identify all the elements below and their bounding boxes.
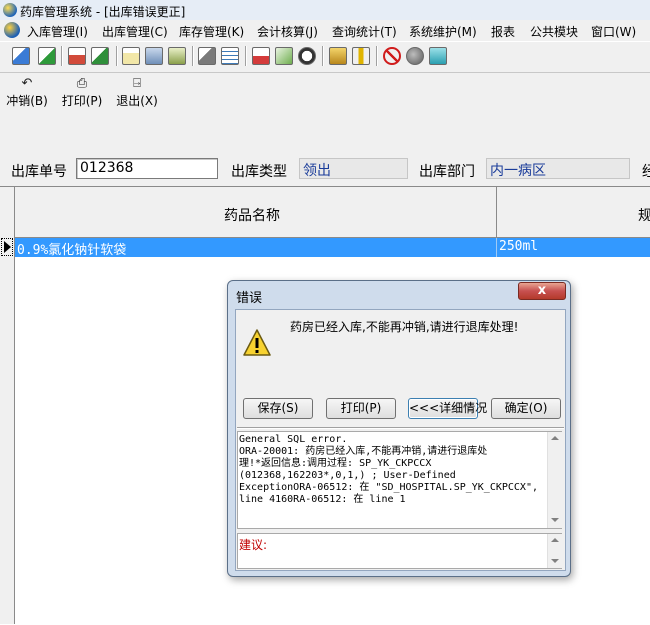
window-title: 药库管理系统 - [出库错误更正] (20, 5, 186, 19)
menu-query-stats[interactable]: 查询统计(T) (332, 23, 397, 40)
scroll-down-icon[interactable] (551, 518, 559, 522)
scissors-icon[interactable] (275, 47, 293, 65)
toolbar-separator (245, 46, 247, 66)
menu-inventory[interactable]: 库存管理(K) (179, 23, 244, 40)
door-exit-icon: ⍈ (133, 76, 141, 91)
new-doc-icon[interactable] (12, 47, 30, 65)
scroll-up-icon[interactable] (551, 538, 559, 542)
undo-arrow-icon: ↶ (21, 76, 33, 91)
divider (237, 427, 564, 429)
menu-inbound[interactable]: 入库管理(I) (27, 23, 88, 40)
suggestion-textarea[interactable] (237, 533, 562, 569)
menu-reports[interactable]: 报表 (491, 23, 515, 40)
error-message: 药房已经入库,不能再冲销,请进行退库处理! (290, 320, 519, 334)
outbound-dept-field[interactable]: 内一病区 (486, 158, 630, 179)
window-icon[interactable] (145, 47, 163, 65)
cell-spec[interactable]: 250ml (499, 239, 538, 254)
details-scrollbar[interactable] (547, 432, 562, 528)
suggestion-scrollbar[interactable] (547, 534, 562, 568)
print-button[interactable]: ⎙ 打印(P) (57, 75, 107, 115)
clipboard-icon[interactable] (122, 47, 140, 65)
order-number-label: 出库单号 (11, 164, 67, 180)
outbound-dept-label: 出库部门 (419, 164, 475, 180)
app-icon (3, 3, 17, 17)
toolbar-separator (192, 46, 194, 66)
dialog-print-button[interactable]: 打印(P) (326, 398, 396, 419)
scroll-up-icon[interactable] (551, 436, 559, 440)
edit-check-icon[interactable] (38, 47, 56, 65)
save-button[interactable]: 保存(S) (243, 398, 313, 419)
menu-accounting[interactable]: 会计核算(J) (257, 23, 318, 40)
toolbar-separator (116, 46, 118, 66)
toolbar-separator (376, 46, 378, 66)
revoke-label: 冲销(B) (6, 94, 48, 108)
close-icon: x (537, 283, 547, 298)
warning-icon (243, 329, 271, 356)
outbound-type-field[interactable]: 领出 (299, 158, 408, 179)
details-toggle-button[interactable]: <<<详细情况 (408, 398, 487, 419)
exit-button[interactable]: ⍈ 退出(X) (112, 75, 162, 115)
scroll-down-icon[interactable] (551, 559, 559, 563)
outbound-type-label: 出库类型 (231, 164, 287, 180)
report-icon[interactable] (68, 47, 86, 65)
exit-icon[interactable] (429, 47, 447, 65)
column-header-spec[interactable]: 规 (638, 205, 650, 225)
print-label: 打印(P) (61, 94, 103, 108)
thermometer-icon[interactable] (352, 47, 370, 65)
menu-outbound[interactable]: 出库管理(C) (102, 23, 168, 40)
menu-system-maintenance[interactable]: 系统维护(M) (409, 23, 477, 40)
cell-divider (496, 238, 497, 257)
column-header-drug-name[interactable]: 药品名称 (224, 205, 280, 225)
toolbar-separator (322, 46, 324, 66)
dialog-title: 错误 (236, 291, 263, 306)
cell-drug-name[interactable]: 0.9%氯化钠针软袋 (17, 239, 126, 258)
menu-window[interactable]: 窗口(W) (591, 23, 636, 40)
calculator-icon[interactable] (252, 47, 270, 65)
folder-icon[interactable] (329, 47, 347, 65)
system-menu-icon[interactable] (4, 22, 20, 38)
toolbar-separator (61, 46, 63, 66)
menu-public-modules[interactable]: 公共模块 (530, 23, 578, 40)
approve-icon[interactable] (91, 47, 109, 65)
error-details-text: General SQL error. ORA-20001: 药房已经入库,不能再… (239, 434, 538, 505)
stop-icon[interactable] (383, 47, 401, 65)
grid-icon[interactable] (221, 47, 239, 65)
search-icon[interactable] (298, 47, 316, 65)
printer-icon: ⎙ (76, 76, 88, 91)
revoke-button[interactable]: ↶ 冲销(B) (2, 75, 52, 115)
handler-label: 经 (642, 164, 650, 180)
copy-icon[interactable] (198, 47, 216, 65)
eraser-icon[interactable] (406, 47, 424, 65)
list-icon[interactable] (168, 47, 186, 65)
column-divider[interactable] (496, 187, 497, 237)
order-number-field[interactable]: 012368 (76, 158, 218, 179)
suggestion-label: 建议: (239, 538, 268, 552)
grid-header (0, 187, 650, 238)
exit-label: 退出(X) (116, 94, 158, 108)
ok-button[interactable]: 确定(O) (491, 398, 561, 419)
current-row-icon (4, 241, 11, 253)
close-button[interactable]: x (518, 282, 566, 300)
